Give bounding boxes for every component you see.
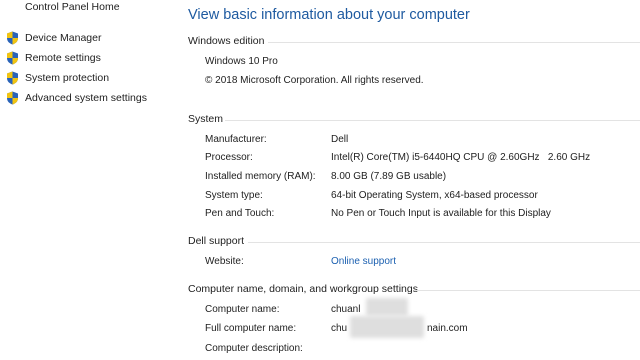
ram-label: Installed memory (RAM): xyxy=(205,171,316,182)
page-title: View basic information about your comput… xyxy=(188,7,470,23)
section-divider xyxy=(248,242,640,243)
ram-value: 8.00 GB (7.89 GB usable) xyxy=(331,171,447,182)
computer-name-value: chuanl xyxy=(331,304,361,315)
section-dell-support-header: Dell support xyxy=(188,235,245,247)
redaction-blur xyxy=(350,316,424,338)
sidebar-item-label: System protection xyxy=(25,72,110,84)
manufacturer-label: Manufacturer: xyxy=(205,134,267,145)
copyright-text: © 2018 Microsoft Corporation. All rights… xyxy=(205,75,424,86)
shield-icon xyxy=(7,91,18,105)
processor-value: Intel(R) Core(TM) i5-6440HQ CPU @ 2.60GH… xyxy=(331,152,591,163)
sidebar-item-system-protection[interactable]: System protection xyxy=(6,71,109,85)
section-divider xyxy=(268,42,640,43)
pen-touch-label: Pen and Touch: xyxy=(205,208,275,219)
online-support-link[interactable]: Online support xyxy=(331,256,396,267)
section-windows-edition-header: Windows edition xyxy=(188,35,265,47)
control-panel-home-link[interactable]: Control Panel Home xyxy=(25,1,120,13)
computer-description-label: Computer description: xyxy=(205,343,303,354)
shield-icon xyxy=(7,71,18,85)
section-divider xyxy=(414,290,640,291)
sidebar-item-label: Advanced system settings xyxy=(25,92,147,104)
system-type-label: System type: xyxy=(205,190,263,201)
windows-edition-value: Windows 10 Pro xyxy=(205,56,278,67)
sidebar-item-label: Remote settings xyxy=(25,52,101,64)
shield-icon xyxy=(7,51,18,65)
website-label: Website: xyxy=(205,256,244,267)
section-computer-name-header: Computer name, domain, and workgroup set… xyxy=(188,283,418,295)
sidebar-item-remote-settings[interactable]: Remote settings xyxy=(6,51,101,65)
computer-name-label: Computer name: xyxy=(205,304,280,315)
section-divider xyxy=(225,120,640,121)
redaction-blur xyxy=(366,298,408,316)
full-computer-name-value: chu xyxy=(331,323,348,334)
full-computer-name-label: Full computer name: xyxy=(205,323,297,334)
sidebar-item-advanced-system-settings[interactable]: Advanced system settings xyxy=(6,91,147,105)
shield-icon xyxy=(7,31,18,45)
system-type-value: 64-bit Operating System, x64-based proce… xyxy=(331,190,538,201)
sidebar-item-device-manager[interactable]: Device Manager xyxy=(6,31,101,45)
full-computer-name-suffix: nain.com xyxy=(427,323,468,334)
sidebar: Control Panel Home Device Manager Remote… xyxy=(0,0,172,360)
sidebar-item-label: Device Manager xyxy=(25,32,102,44)
pen-touch-value: No Pen or Touch Input is available for t… xyxy=(331,208,551,219)
manufacturer-value: Dell xyxy=(331,134,349,145)
section-system-header: System xyxy=(188,113,224,125)
processor-label: Processor: xyxy=(205,152,253,163)
